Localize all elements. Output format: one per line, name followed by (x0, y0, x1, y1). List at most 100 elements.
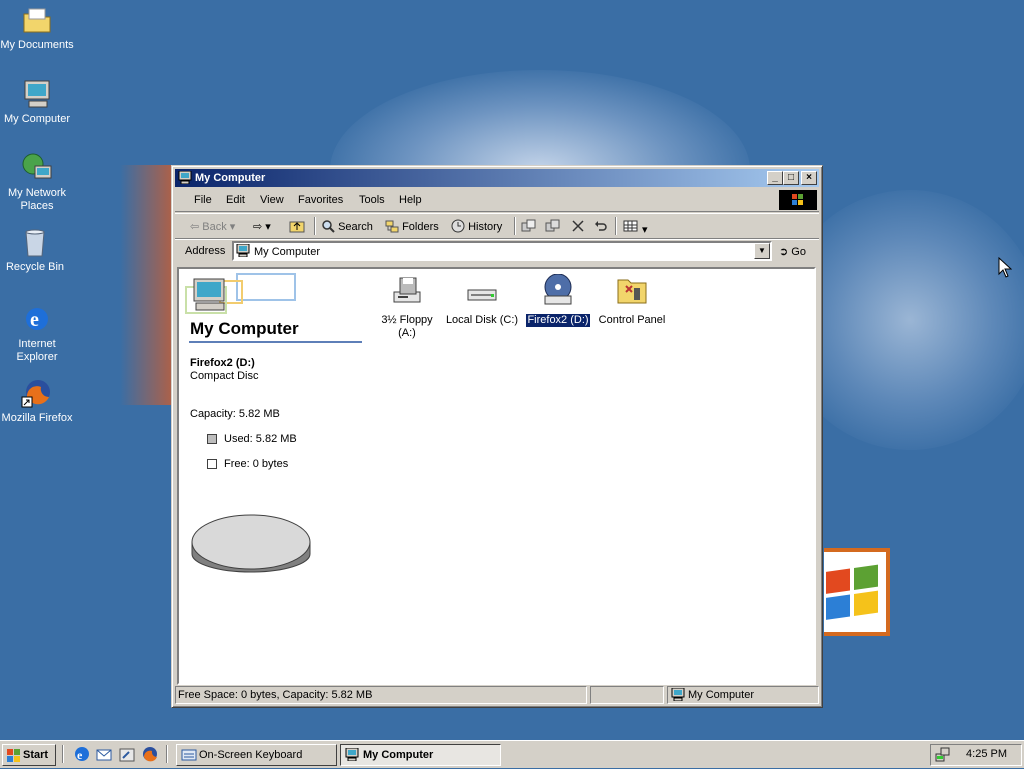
capacity-text: Capacity: 5.82 MB (190, 408, 280, 420)
move-to-button[interactable] (521, 219, 537, 235)
minimize-button[interactable]: _ (767, 171, 783, 185)
menu-view[interactable]: View (260, 194, 284, 206)
cd-drive-item[interactable]: Firefox2 (D:) (518, 273, 598, 328)
firefox-icon[interactable] (142, 746, 159, 763)
desktop-icon-mozilla-firefox[interactable]: Mozilla Firefox (0, 377, 74, 425)
hard-disk-icon (465, 274, 499, 308)
selected-item-name: Firefox2 (D:) (190, 357, 255, 369)
item-label: Control Panel (598, 314, 666, 326)
internet-explorer-icon[interactable]: e (74, 746, 91, 763)
address-value: My Computer (254, 246, 321, 258)
search-label: Search (338, 221, 373, 233)
selected-item-type: Compact Disc (190, 370, 259, 382)
taskbar: Start e On-Screen Keyboard My Computer 4… (0, 740, 1024, 768)
local-disk-item[interactable]: Local Disk (C:) (442, 274, 522, 327)
history-label: History (468, 221, 503, 233)
back-arrow-icon: ⇦ (190, 221, 200, 233)
clock[interactable]: 4:25 PM (966, 748, 1007, 760)
address-label: Address (185, 245, 226, 257)
svg-text:e: e (77, 748, 83, 762)
task-label: My Computer (363, 749, 434, 761)
back-label: Back (202, 221, 227, 233)
item-label: Firefox2 (D:) (525, 313, 591, 328)
computer-icon (21, 78, 53, 110)
search-button[interactable]: Search (321, 219, 373, 235)
desktop-icon-internet-explorer[interactable]: e Internet Explorer (0, 303, 74, 364)
copy-to-icon (545, 219, 561, 236)
computer-icon (671, 687, 685, 703)
desktop-icon-label: Mozilla Firefox (1, 412, 73, 424)
floppy-drive-item[interactable]: 3½ Floppy (A:) (367, 274, 447, 340)
menu-tools[interactable]: Tools (359, 194, 385, 206)
network-tray-icon[interactable] (935, 747, 951, 766)
menu-file[interactable]: File (194, 194, 212, 206)
item-label: Local Disk (C:) (445, 314, 519, 326)
status-zone: My Computer (667, 686, 819, 704)
status-panel-empty (590, 686, 664, 704)
windows-throbber (779, 190, 817, 210)
views-button[interactable]: ▾ (623, 219, 648, 236)
desktop-icon-label: Recycle Bin (5, 261, 65, 273)
floppy-drive-icon (390, 274, 424, 308)
computer-icon (345, 747, 359, 768)
maximize-button[interactable]: □ (783, 171, 799, 185)
network-icon (21, 152, 53, 184)
content-area: My Computer Firefox2 (D:) Compact Disc C… (177, 267, 816, 685)
up-folder-icon (289, 221, 305, 236)
control-panel-item[interactable]: Control Panel (592, 274, 672, 327)
address-dropdown-button[interactable]: ▼ (754, 243, 770, 259)
undo-icon (593, 221, 609, 236)
back-button[interactable]: ⇦ Back ▾ (190, 219, 235, 235)
menu-help[interactable]: Help (399, 194, 422, 206)
delete-x-icon (571, 220, 585, 236)
history-button[interactable]: History (451, 219, 502, 235)
system-tray: 4:25 PM (930, 744, 1022, 766)
web-view-banner (182, 271, 297, 317)
close-button[interactable]: × (801, 171, 817, 185)
folders-label: Folders (402, 221, 439, 233)
toolbar-separator (615, 217, 617, 235)
menu-favorites[interactable]: Favorites (298, 194, 343, 206)
address-field[interactable]: My Computer ▼ (232, 241, 772, 261)
delete-button[interactable] (571, 219, 585, 235)
forward-button[interactable]: ⇨ ▾ (253, 219, 271, 235)
used-text: Used: 5.82 MB (224, 433, 297, 445)
desktop-icon-my-computer[interactable]: My Computer (0, 78, 74, 126)
keyboard-icon (181, 748, 197, 769)
start-button[interactable]: Start (2, 744, 56, 766)
desktop-icon-label: My Documents (0, 39, 74, 51)
forward-arrow-icon: ⇨ (253, 221, 263, 233)
copy-to-button[interactable] (545, 219, 561, 235)
menu-edit[interactable]: Edit (226, 194, 245, 206)
folders-button[interactable]: Folders (385, 219, 439, 235)
title-bar[interactable]: My Computer _ □ × (175, 169, 819, 187)
outlook-express-icon[interactable] (96, 746, 113, 763)
taskbar-separator (62, 745, 64, 763)
desktop-icon-my-documents[interactable]: My Documents (0, 4, 74, 52)
go-label: Go (791, 246, 806, 258)
cd-drive-icon (541, 273, 575, 308)
undo-button[interactable] (593, 219, 609, 235)
status-zone-label: My Computer (688, 689, 755, 701)
disk-usage-pie-chart (191, 514, 311, 573)
used-swatch (207, 434, 217, 444)
up-folder-button[interactable] (289, 219, 305, 235)
task-on-screen-keyboard[interactable]: On-Screen Keyboard (176, 744, 337, 766)
start-label: Start (23, 749, 49, 761)
computer-icon (178, 170, 192, 185)
desktop-icon-my-network-places[interactable]: My Network Places (0, 152, 74, 213)
move-to-icon (521, 219, 537, 236)
desktop-icon-label: Internet Explorer (16, 338, 58, 363)
free-swatch (207, 459, 217, 469)
info-pane-divider (189, 341, 362, 343)
windows-logo (824, 548, 890, 636)
show-desktop-icon[interactable] (119, 746, 136, 763)
taskbar-separator (166, 745, 168, 763)
item-label: 3½ Floppy (A:) (381, 314, 433, 339)
svg-text:e: e (30, 309, 39, 331)
desktop-icon-recycle-bin[interactable]: Recycle Bin (0, 226, 72, 274)
task-my-computer[interactable]: My Computer (340, 744, 501, 766)
folder-icon (21, 4, 53, 36)
toolbar-separator (314, 217, 316, 235)
go-button[interactable]: ➲ Go (779, 245, 806, 258)
